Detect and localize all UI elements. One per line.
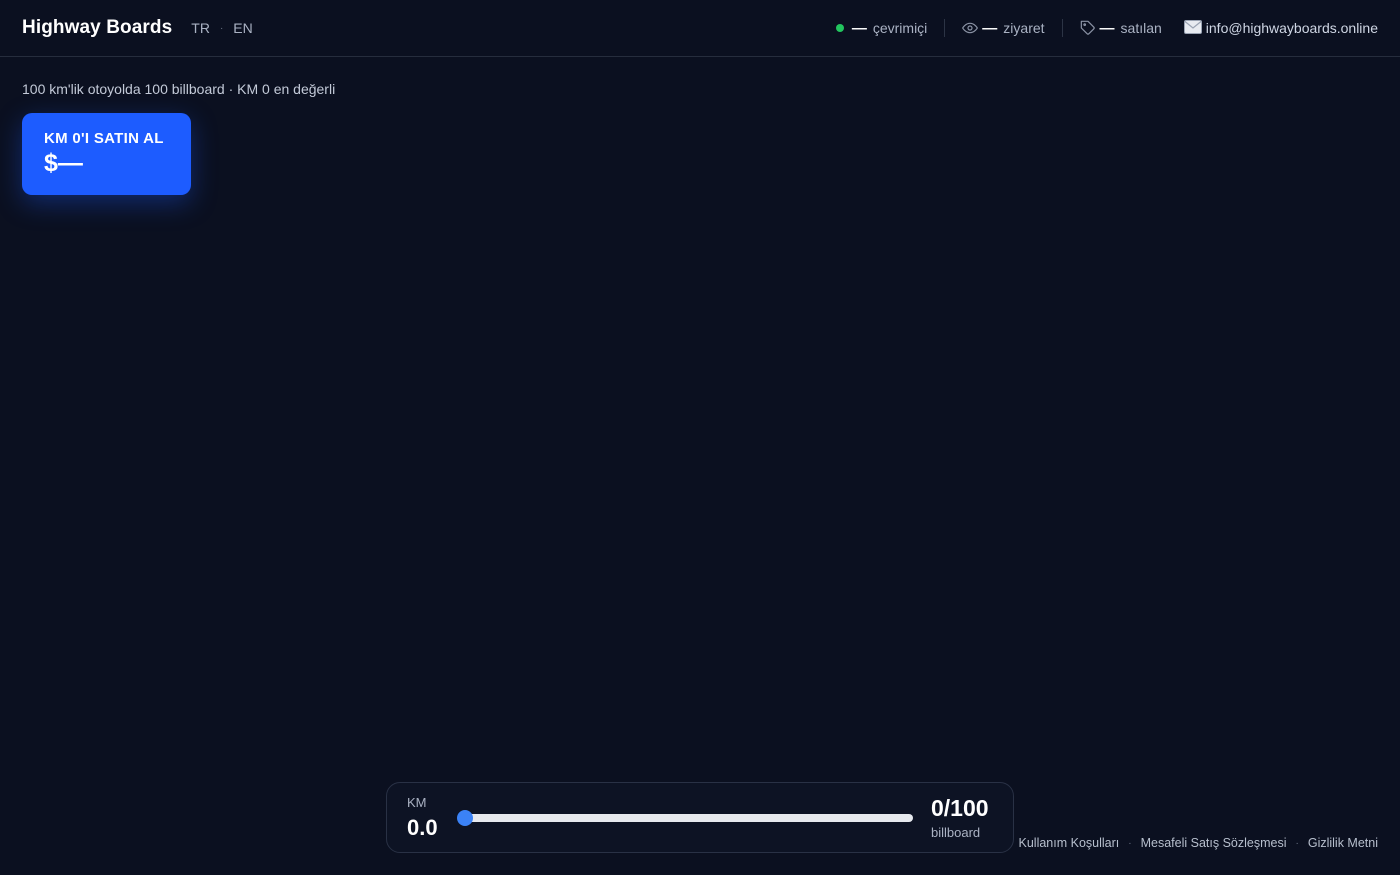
logo[interactable]: Highway Boards — [22, 17, 172, 39]
billboard-count-label: billboard — [931, 825, 981, 840]
buy-button-price: $— — [44, 149, 83, 177]
stat-divider — [944, 19, 946, 37]
visits-label: ziyaret — [1003, 20, 1045, 36]
online-count: — — [851, 19, 867, 37]
footer-separator: · — [1295, 837, 1299, 849]
billboard-count: 0/100 — [931, 795, 989, 821]
online-status-dot — [835, 24, 844, 32]
visits-stat: — ziyaret — [962, 19, 1045, 37]
km-slider-track[interactable] — [457, 810, 913, 826]
language-switcher: TR · EN — [191, 20, 252, 36]
buy-km0-button[interactable]: KM 0'I SATIN AL $— — [22, 113, 191, 195]
lang-en-link[interactable]: EN — [233, 20, 252, 36]
km-label: KM — [407, 795, 427, 810]
email-address: info@highwayboards.online — [1205, 20, 1378, 36]
top-bar: Highway Boards TR · EN — çevrimiçi — ziy… — [0, 0, 1400, 57]
stat-divider — [1061, 19, 1063, 37]
buy-button-label: KM 0'I SATIN AL — [44, 130, 164, 147]
footer-separator: · — [1128, 837, 1132, 849]
privacy-link[interactable]: Gizlilik Metni — [1308, 836, 1378, 850]
lang-separator: · — [219, 22, 224, 34]
km-slider-thumb[interactable] — [457, 810, 473, 826]
sold-count: — — [1099, 19, 1115, 37]
terms-link[interactable]: Kullanım Koşulları — [1019, 836, 1120, 850]
km-control-panel: KM 0.0 0/100 billboard — [386, 782, 1014, 853]
stats-bar: — çevrimiçi — ziyaret — satılan info@hig… — [835, 19, 1378, 37]
online-stat: — çevrimiçi — [835, 19, 928, 37]
visits-count: — — [982, 19, 998, 37]
eye-icon — [962, 20, 979, 36]
envelope-icon — [1183, 19, 1202, 37]
distance-sales-link[interactable]: Mesafeli Satış Sözleşmesi — [1141, 836, 1287, 850]
online-label: çevrimiçi — [872, 20, 928, 36]
sold-label: satılan — [1120, 20, 1162, 36]
lang-tr-link[interactable]: TR — [191, 20, 210, 36]
tagline: 100 km'lik otoyolda 100 billboard · KM 0… — [22, 81, 336, 97]
km-value: 0.0 — [407, 815, 438, 840]
footer-links: Kullanım Koşulları · Mesafeli Satış Sözl… — [1019, 836, 1378, 850]
brand: Highway Boards TR · EN — [22, 17, 253, 39]
sold-stat: — satılan — [1080, 20, 1162, 37]
email-link[interactable]: info@highwayboards.online — [1183, 19, 1378, 37]
tag-icon — [1080, 20, 1096, 36]
